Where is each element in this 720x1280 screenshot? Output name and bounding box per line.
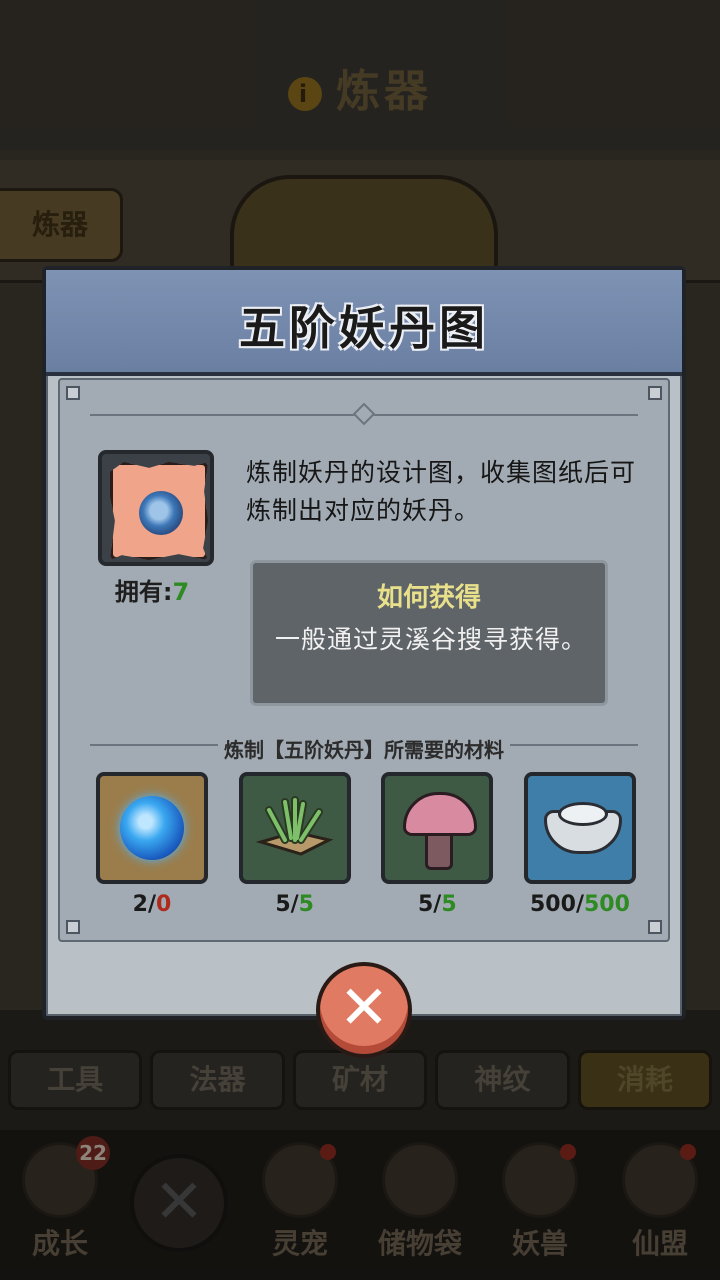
owned-count: 拥有:7 [90, 572, 214, 607]
material-slot[interactable] [381, 772, 494, 884]
have-count: 5 [417, 892, 434, 917]
close-button[interactable]: ✕ [316, 962, 412, 1058]
demon-pill-blueprint-icon [110, 462, 208, 560]
materials-caption: 炼制【五阶妖丹】所需要的材料 [218, 738, 510, 762]
corner-ornament [648, 920, 662, 934]
how-to-get-box: 如何获得 一般通过灵溪谷搜寻获得。 [250, 560, 608, 706]
have-count: 500 [530, 892, 576, 917]
material-item[interactable]: 500/500 [523, 772, 636, 922]
material-count: 5/5 [417, 892, 457, 917]
material-item[interactable]: 2/0 [96, 772, 208, 922]
how-to-get-text: 一般通过灵溪谷搜寻获得。 [275, 625, 588, 654]
materials-list: 2/0 5/5 5/5 500/500 [96, 772, 636, 922]
material-slot[interactable] [96, 772, 208, 884]
need-count: 5 [441, 892, 457, 917]
modal-header: 五阶妖丹图 [46, 270, 682, 376]
need-count: 5 [298, 892, 314, 917]
need-count: 500 [583, 892, 630, 917]
item-detail-modal: 五阶妖丹图 拥有:7 炼制妖丹的设计图，收集图纸后可炼制出对应的妖丹。 如何获得… [42, 266, 686, 1020]
blueprint-orb [139, 491, 183, 535]
blue-orb-icon [120, 796, 184, 860]
have-count: 2 [132, 892, 148, 917]
material-slot[interactable] [238, 772, 351, 884]
owned-value: 7 [172, 578, 190, 606]
materials-caption-wrap: 炼制【五阶妖丹】所需要的材料 [60, 734, 668, 763]
have-count: 5 [275, 892, 291, 917]
material-slot[interactable] [523, 772, 636, 884]
corner-ornament [648, 386, 662, 400]
item-icon-frame [98, 450, 214, 566]
corner-ornament [66, 920, 80, 934]
corner-ornament [66, 386, 80, 400]
material-item[interactable]: 5/5 [381, 772, 494, 922]
herb-icon [255, 796, 334, 856]
material-count: 5/5 [275, 892, 314, 917]
material-count: 500/500 [530, 892, 630, 917]
material-item[interactable]: 5/5 [238, 772, 351, 922]
need-count: 0 [156, 892, 172, 917]
material-count: 2/0 [132, 892, 172, 917]
modal-body: 拥有:7 炼制妖丹的设计图，收集图纸后可炼制出对应的妖丹。 如何获得 一般通过灵… [58, 378, 670, 942]
modal-title: 五阶妖丹图 [239, 301, 489, 355]
diamond-ornament [352, 402, 376, 426]
owned-label: 拥有: [114, 578, 173, 606]
how-to-get-title: 如何获得 [253, 577, 605, 614]
item-description: 炼制妖丹的设计图，收集图纸后可炼制出对应的妖丹。 [246, 458, 637, 525]
